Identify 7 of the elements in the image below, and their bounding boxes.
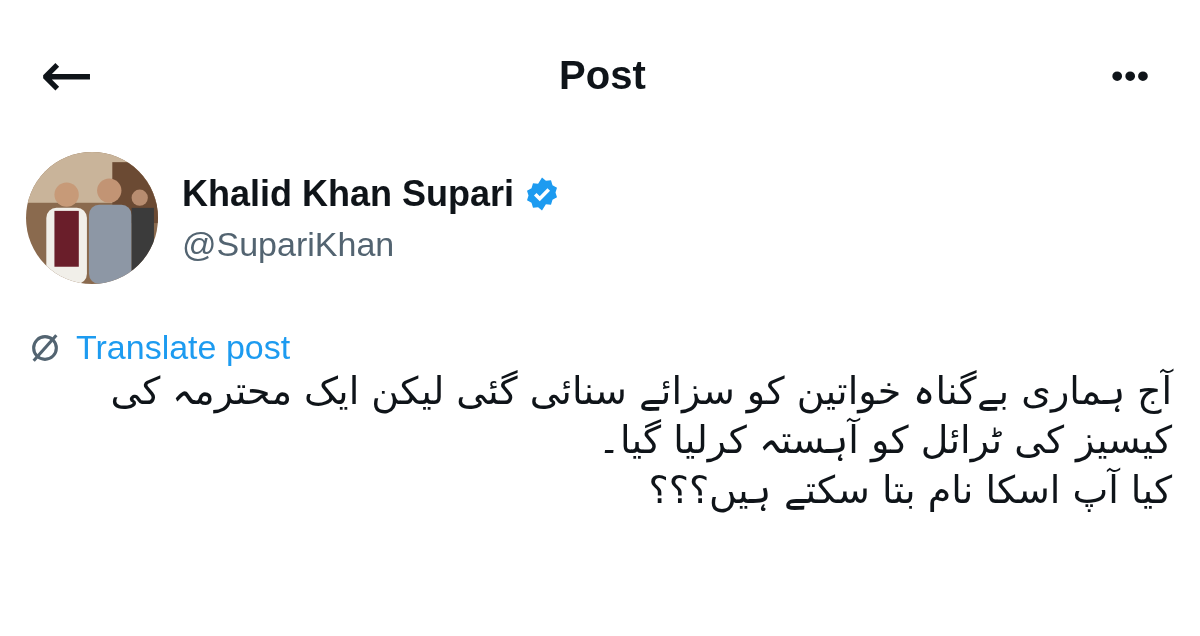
author-handle[interactable]: @SupariKhan [182, 224, 561, 264]
post-text: کیا آپ اسکا نام بتا سکتے ہیں؟؟؟ [647, 466, 1172, 515]
more-button[interactable]: ••• [1111, 55, 1150, 95]
author-name[interactable]: Khalid Khan Supari [182, 172, 515, 215]
page-title: Post [559, 52, 646, 98]
post-text: آج ہماری بےگناہ خواتین کو سزائے سنائی گئی لیکن ایک محترمہ کی کیسیز کی ٹرائل کو آہستہ کرلیا گیا۔ [109, 367, 1172, 465]
back-button[interactable]: ← [40, 43, 94, 107]
